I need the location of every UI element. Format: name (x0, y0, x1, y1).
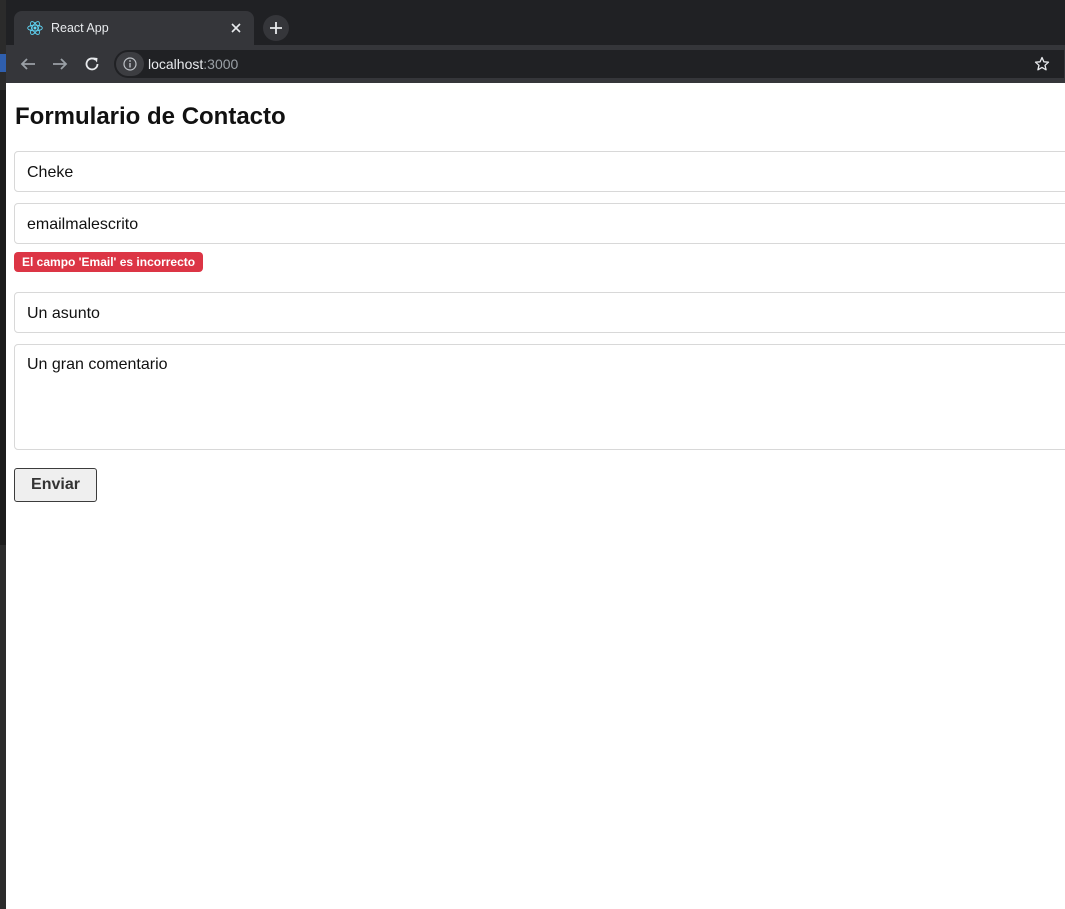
submit-button[interactable]: Enviar (14, 468, 97, 502)
url-port: :3000 (203, 56, 239, 72)
browser-toolbar: localhost:3000 (6, 45, 1065, 83)
close-icon[interactable] (226, 18, 246, 38)
plus-icon (270, 22, 282, 34)
browser-tab-bar: React App (6, 0, 1065, 45)
back-arrow-icon (20, 58, 35, 70)
tab-title: React App (51, 21, 109, 35)
page-title: Formulario de Contacto (15, 103, 286, 130)
email-input[interactable]: emailmalescrito (14, 203, 1065, 244)
site-info-icon[interactable] (116, 52, 144, 76)
reload-icon (85, 57, 99, 71)
background-window-edge (0, 0, 6, 909)
bookmark-star-icon[interactable] (1032, 54, 1052, 74)
forward-button[interactable] (46, 50, 74, 78)
url-host: localhost (148, 56, 204, 72)
name-input[interactable]: Cheke (14, 151, 1065, 192)
url-text: localhost:3000 (148, 56, 238, 72)
forward-arrow-icon (53, 58, 68, 70)
background-window-accent (0, 54, 6, 72)
react-logo-icon (27, 20, 43, 36)
page-content: Formulario de Contacto Cheke emailmalesc… (6, 83, 1065, 909)
subject-input[interactable]: Un asunto (14, 292, 1065, 333)
browser-tab[interactable]: React App (14, 11, 254, 45)
new-tab-button[interactable] (263, 15, 289, 41)
back-button[interactable] (14, 50, 42, 78)
reload-button[interactable] (78, 50, 106, 78)
background-window-panel (0, 90, 6, 545)
address-bar[interactable]: localhost:3000 (114, 50, 1064, 78)
email-error-badge: El campo 'Email' es incorrecto (14, 252, 204, 272)
comment-textarea[interactable]: Un gran comentario (14, 344, 1065, 450)
